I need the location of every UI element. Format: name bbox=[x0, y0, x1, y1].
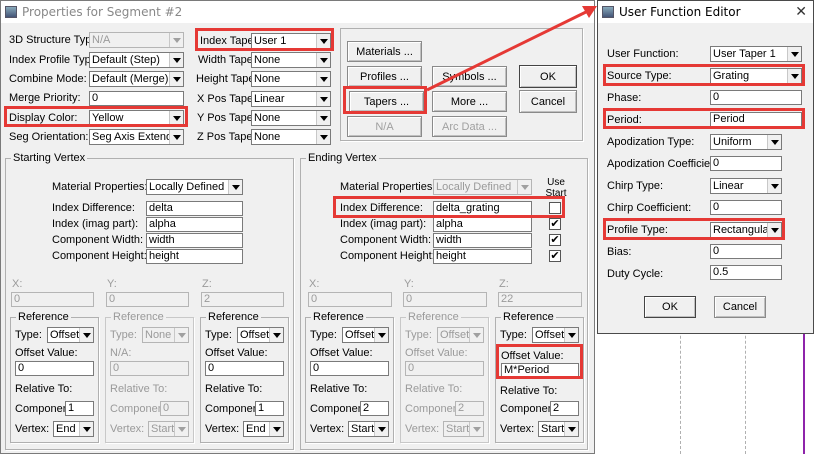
annotation-arrow bbox=[426, 6, 597, 92]
